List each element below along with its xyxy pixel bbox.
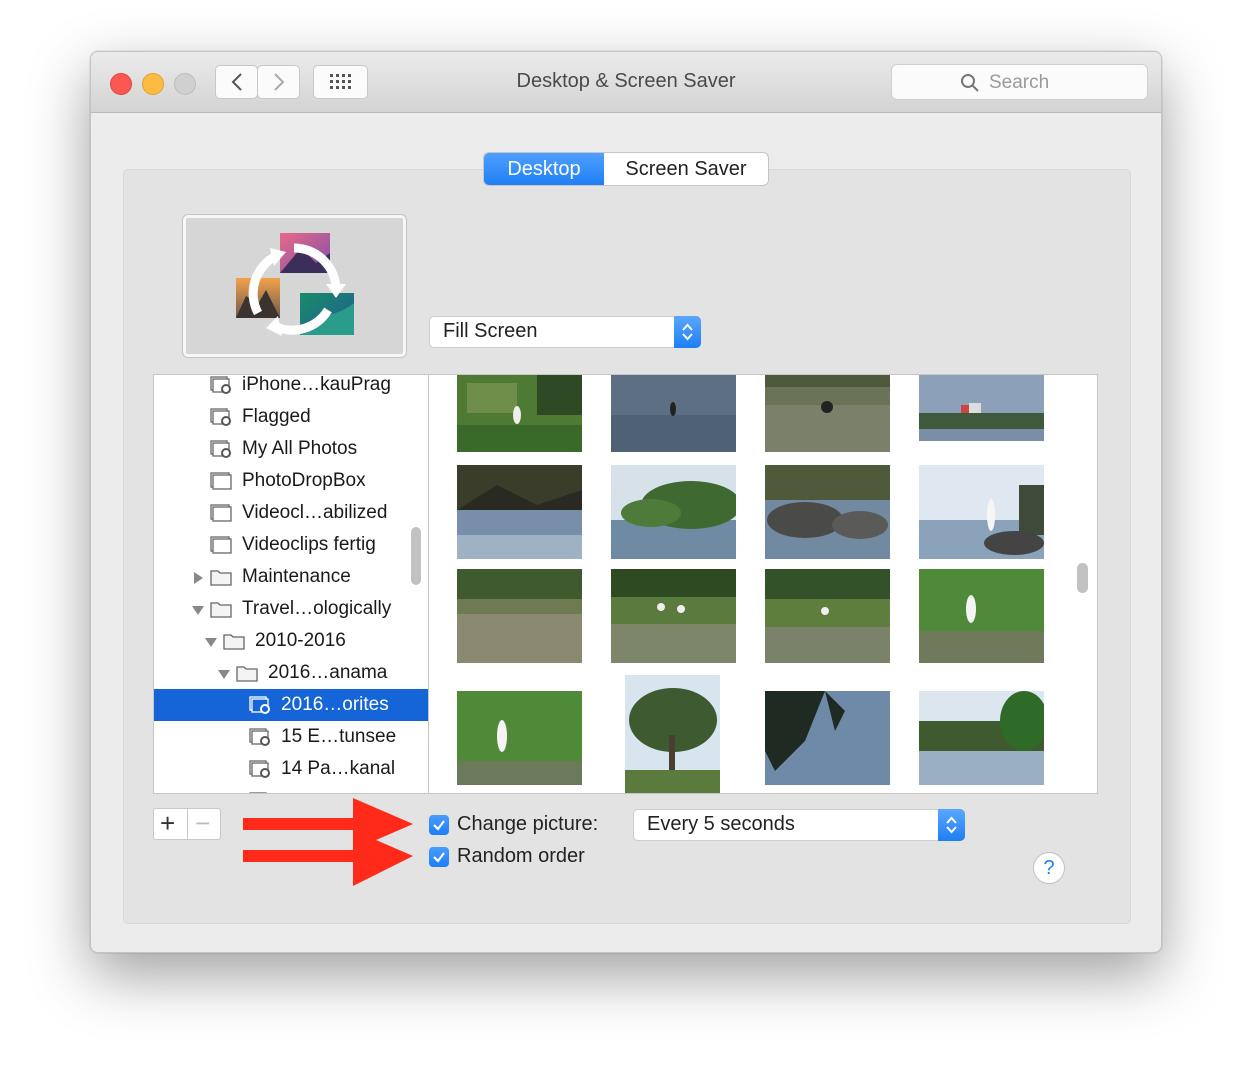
- help-button[interactable]: ?: [1033, 852, 1065, 884]
- sidebar-item-label: My All Photos: [242, 438, 358, 459]
- checkmark-icon: [433, 820, 445, 831]
- disclosure-expanded-icon[interactable]: [218, 668, 230, 680]
- sidebar-item-label: PhotoDropBox: [242, 470, 366, 491]
- sidebar-item-flagged[interactable]: Flagged: [154, 401, 428, 433]
- photo-thumbnail[interactable]: [457, 465, 582, 559]
- sidebar-item-label: iPhone…kauPrag: [242, 374, 391, 395]
- sidebar-item-14-panamakanal[interactable]: 14 Pa…kanal: [154, 753, 428, 785]
- folder-icon: [223, 634, 245, 650]
- folder-icon: [210, 602, 232, 618]
- sidebar-item-label: Videoclips fertig: [242, 534, 376, 555]
- sidebar-item-label: 2016…anama: [268, 662, 388, 683]
- photo-thumbnail[interactable]: [457, 569, 582, 663]
- photo-thumbnail[interactable]: [765, 465, 890, 559]
- album-icon: [210, 472, 232, 490]
- change-picture-checkbox[interactable]: [429, 815, 449, 835]
- tab-screen-saver[interactable]: Screen Saver: [604, 153, 768, 185]
- red-arrows-annotation: [243, 798, 413, 886]
- folder-icon: [236, 666, 258, 682]
- photo-thumbnail[interactable]: [611, 375, 736, 452]
- sidebar-item-label: Travel…ologically: [242, 598, 392, 619]
- search-icon: [961, 74, 979, 92]
- photo-thumbnail[interactable]: [611, 569, 736, 663]
- sidebar-item-label: Videocl…abilized: [242, 502, 388, 523]
- stepper-arrows-icon: [938, 809, 965, 841]
- sidebar-item-photodropbox[interactable]: PhotoDropBox: [154, 465, 428, 497]
- interval-select[interactable]: Every 5 seconds: [633, 809, 965, 841]
- smart-album-icon: [210, 440, 231, 458]
- smart-album-icon: [249, 696, 270, 714]
- sidebar-item-videoclips-fertig[interactable]: Videoclips fertig: [154, 529, 428, 561]
- album-icon: [210, 536, 232, 554]
- sidebar-item-15-gatunsee[interactable]: 15 E…tunsee: [154, 721, 428, 753]
- sidebar-item-label: 14 Pa…kanal: [281, 758, 396, 779]
- desktop-preview: [183, 215, 406, 357]
- photo-grid[interactable]: [429, 374, 1098, 794]
- sidebar-item-travel[interactable]: Travel…ologically: [154, 593, 428, 625]
- disclosure-expanded-icon[interactable]: [205, 636, 217, 648]
- sidebar-item-my-all-photos[interactable]: My All Photos: [154, 433, 428, 465]
- photo-thumbnail[interactable]: [457, 375, 582, 452]
- folder-icon: [210, 570, 232, 586]
- disclosure-expanded-icon[interactable]: [192, 604, 204, 616]
- smart-album-icon: [249, 792, 267, 793]
- sidebar-item-label: 2010-2016: [255, 630, 346, 651]
- sidebar-item-2010-2016[interactable]: 2010-2016: [154, 625, 428, 657]
- fit-screen-select[interactable]: Fill Screen: [429, 316, 701, 348]
- sidebar-item-maintenance[interactable]: Maintenance: [154, 561, 428, 593]
- smart-album-icon: [210, 376, 231, 394]
- smart-album-icon: [210, 408, 231, 426]
- add-folder-button[interactable]: +: [160, 808, 175, 839]
- photo-thumbnail[interactable]: [625, 675, 720, 793]
- sidebar-item-partial[interactable]: [154, 785, 428, 793]
- interval-value: Every 5 seconds: [647, 813, 795, 835]
- tab-control: Desktop Screen Saver: [484, 153, 768, 185]
- photo-thumbnail[interactable]: [919, 375, 1044, 441]
- disclosure-collapsed-icon[interactable]: [192, 572, 204, 584]
- photo-thumbnail[interactable]: [765, 569, 890, 663]
- photo-thumbnail[interactable]: [919, 569, 1044, 663]
- sidebar-item-label: 2016…orites: [281, 694, 389, 715]
- photo-thumbnail[interactable]: [919, 465, 1044, 559]
- add-remove-control: + −: [153, 808, 221, 840]
- sidebar-item-videoclips-stabilized[interactable]: Videocl…abilized: [154, 497, 428, 529]
- checkmark-icon: [433, 852, 445, 863]
- photo-thumbnail[interactable]: [611, 465, 736, 559]
- random-order-label: Random order: [457, 845, 585, 867]
- sidebar-item-iphone[interactable]: iPhone…kauPrag: [154, 374, 428, 401]
- change-picture-label: Change picture:: [457, 813, 599, 835]
- photo-thumbnail[interactable]: [765, 375, 890, 452]
- random-order-checkbox[interactable]: [429, 847, 449, 867]
- sidebar-item-2016-favorites[interactable]: 2016…orites: [154, 689, 428, 721]
- fit-screen-value: Fill Screen: [443, 320, 538, 342]
- photo-source-list[interactable]: iPhone…kauPrag Flagged My All Photos Pho…: [153, 374, 429, 794]
- sidebar-item-label: 15 E…tunsee: [281, 726, 397, 747]
- sidebar-item-label: Flagged: [242, 406, 311, 427]
- album-icon: [210, 504, 232, 522]
- rotating-pictures-icon: [236, 233, 354, 336]
- photo-thumbnail[interactable]: [765, 691, 890, 785]
- divider: [187, 809, 188, 839]
- tab-desktop[interactable]: Desktop: [484, 153, 604, 185]
- photo-thumbnail[interactable]: [457, 691, 582, 785]
- photo-thumbnail[interactable]: [919, 691, 1044, 785]
- search-placeholder: Search: [989, 72, 1050, 93]
- title-bar: Desktop & Screen Saver Search: [91, 52, 1161, 113]
- sidebar-item-2016-panama[interactable]: 2016…anama: [154, 657, 428, 689]
- smart-album-icon: [249, 728, 270, 746]
- sidebar-item-label: Maintenance: [242, 566, 351, 587]
- remove-folder-button[interactable]: −: [195, 808, 210, 839]
- search-field[interactable]: Search: [891, 64, 1148, 100]
- photo-grid-scrollbar[interactable]: [1077, 563, 1088, 593]
- system-preferences-window: Desktop & Screen Saver Search Desktop Sc…: [90, 51, 1162, 953]
- smart-album-icon: [249, 760, 270, 778]
- sidebar-scrollbar[interactable]: [411, 527, 421, 585]
- stepper-arrows-icon: [674, 316, 701, 348]
